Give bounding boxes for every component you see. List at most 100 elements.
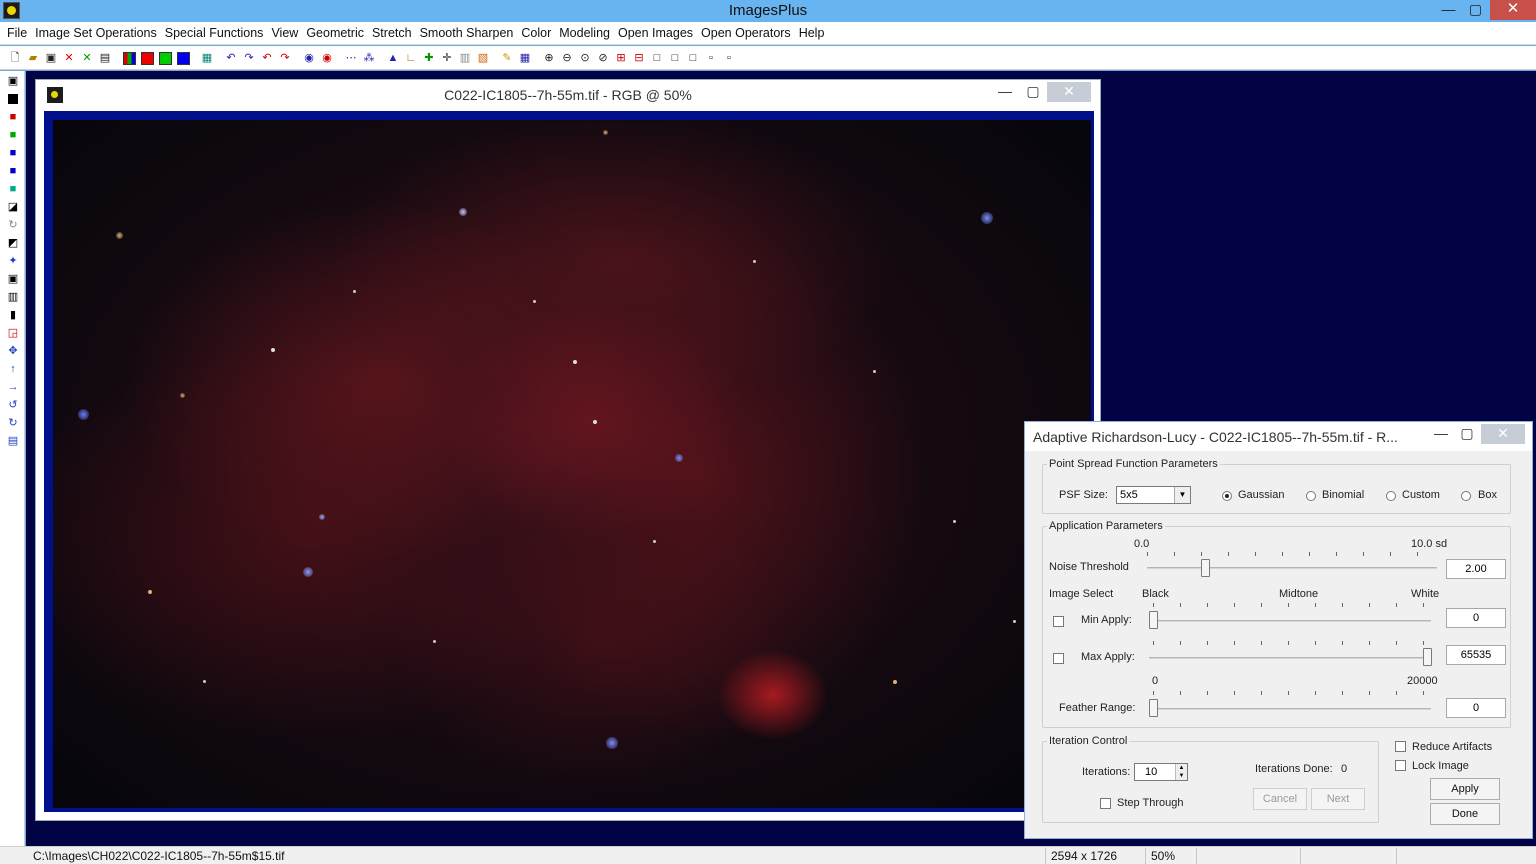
- menu-image-set-operations[interactable]: Image Set Operations: [31, 22, 161, 44]
- red-point-icon[interactable]: ■: [4, 108, 22, 125]
- frame-5-icon[interactable]: ▫: [720, 49, 738, 67]
- minimize-button[interactable]: —: [1434, 0, 1463, 20]
- rotate-left-icon[interactable]: ↺: [4, 396, 22, 413]
- menu-help[interactable]: Help: [795, 22, 829, 44]
- binomial-radio[interactable]: [1306, 491, 1316, 501]
- rgb-channels-icon[interactable]: [120, 49, 138, 67]
- blue-point-icon[interactable]: ■: [4, 144, 22, 161]
- table-icon[interactable]: ▥: [456, 49, 474, 67]
- menu-stretch[interactable]: Stretch: [368, 22, 416, 44]
- blue-channel-icon[interactable]: [174, 49, 192, 67]
- iterations-spinner[interactable]: 10 ▲ ▼: [1134, 763, 1188, 781]
- redo-icon[interactable]: ↷: [240, 49, 258, 67]
- zoom-in-icon[interactable]: ⊕: [540, 49, 558, 67]
- menu-open-images[interactable]: Open Images: [614, 22, 697, 44]
- box-radio[interactable]: [1461, 491, 1471, 501]
- min-apply-checkbox[interactable]: [1053, 616, 1064, 627]
- spin-arrows-icon[interactable]: ▲ ▼: [1175, 764, 1187, 780]
- menu-open-operators[interactable]: Open Operators: [697, 22, 795, 44]
- max-apply-track[interactable]: [1149, 657, 1431, 659]
- zoom-minus-box-icon[interactable]: ⊟: [630, 49, 648, 67]
- pencil-icon[interactable]: ✎: [498, 49, 516, 67]
- zoom-plus-box-icon[interactable]: ⊞: [612, 49, 630, 67]
- grid-icon[interactable]: ▦: [198, 49, 216, 67]
- rotate-right-icon[interactable]: ↻: [4, 414, 22, 431]
- red-channel-icon[interactable]: [138, 49, 156, 67]
- chevron-down-icon[interactable]: ▼: [1174, 487, 1190, 503]
- frame-1-icon[interactable]: □: [648, 49, 666, 67]
- new-file-icon[interactable]: 🗋: [6, 49, 24, 67]
- arrow-up-icon[interactable]: ↑: [4, 360, 22, 377]
- mask-red-icon[interactable]: ◉: [318, 49, 336, 67]
- min-apply-track[interactable]: [1149, 620, 1431, 622]
- black-point-icon[interactable]: [4, 90, 22, 107]
- menu-geometric[interactable]: Geometric: [302, 22, 368, 44]
- menu-modeling[interactable]: Modeling: [555, 22, 614, 44]
- save-icon[interactable]: ▣: [42, 49, 60, 67]
- arrow-right-icon[interactable]: →: [4, 378, 22, 395]
- layer-green-icon[interactable]: ■: [4, 180, 22, 197]
- dialog-maximize-button[interactable]: ▢: [1453, 424, 1481, 444]
- redo-all-icon[interactable]: ↷: [276, 49, 294, 67]
- feather-range-track[interactable]: [1149, 708, 1431, 710]
- nebula-image[interactable]: [53, 120, 1091, 808]
- print-icon[interactable]: ▤: [96, 49, 114, 67]
- menu-smooth-sharpen[interactable]: Smooth Sharpen: [416, 22, 518, 44]
- gradient-icon[interactable]: ◩: [4, 234, 22, 251]
- close-image-icon[interactable]: ✕: [60, 49, 78, 67]
- levels-icon[interactable]: ▥: [4, 288, 22, 305]
- open-folder-icon[interactable]: ▰: [24, 49, 42, 67]
- image-info-icon[interactable]: ▧: [474, 49, 492, 67]
- frame-3-icon[interactable]: □: [684, 49, 702, 67]
- image-close-button[interactable]: ✕: [1047, 82, 1091, 102]
- max-apply-slider[interactable]: [1423, 648, 1432, 666]
- crosshair-green-icon[interactable]: ✚: [420, 49, 438, 67]
- min-apply-field[interactable]: 0: [1446, 608, 1506, 628]
- image-maximize-button[interactable]: ▢: [1019, 82, 1047, 102]
- undo-all-icon[interactable]: ↶: [258, 49, 276, 67]
- noise-threshold-track[interactable]: [1147, 567, 1437, 569]
- crosshair-icon[interactable]: ✛: [438, 49, 456, 67]
- select-box-icon[interactable]: ▣: [4, 270, 22, 287]
- step-through-checkbox[interactable]: [1100, 798, 1111, 809]
- custom-radio[interactable]: [1386, 491, 1396, 501]
- close-button[interactable]: ✕: [1490, 0, 1536, 20]
- menu-color[interactable]: Color: [517, 22, 555, 44]
- zoom-fit-icon[interactable]: ⊙: [576, 49, 594, 67]
- dialog-close-button[interactable]: ✕: [1481, 424, 1525, 444]
- star-icon[interactable]: ✦: [4, 252, 22, 269]
- dots-icon[interactable]: ⋯: [342, 49, 360, 67]
- undo-icon[interactable]: ↶: [222, 49, 240, 67]
- dialog-minimize-button[interactable]: —: [1427, 424, 1455, 444]
- plot-icon[interactable]: ⁂: [360, 49, 378, 67]
- gaussian-radio[interactable]: [1222, 491, 1232, 501]
- rotate-icon[interactable]: ↻: [4, 216, 22, 233]
- histogram-icon[interactable]: ▲: [384, 49, 402, 67]
- close-all-icon[interactable]: ✕: [78, 49, 96, 67]
- black-bar-icon[interactable]: ▮: [4, 306, 22, 323]
- green-channel-icon[interactable]: [156, 49, 174, 67]
- save-icon[interactable]: ▣: [4, 72, 22, 89]
- done-button[interactable]: Done: [1430, 803, 1500, 825]
- menu-view[interactable]: View: [267, 22, 302, 44]
- image-minimize-button[interactable]: —: [991, 82, 1019, 102]
- max-apply-field[interactable]: 65535: [1446, 645, 1506, 665]
- menu-special-functions[interactable]: Special Functions: [161, 22, 268, 44]
- zoom-out-icon[interactable]: ⊖: [558, 49, 576, 67]
- reduce-artifacts-checkbox[interactable]: [1395, 741, 1406, 752]
- maximize-button[interactable]: ▢: [1461, 0, 1490, 20]
- noise-threshold-slider[interactable]: [1201, 559, 1210, 577]
- green-point-icon[interactable]: ■: [4, 126, 22, 143]
- page-icon[interactable]: ▤: [4, 432, 22, 449]
- pixel-grid-icon[interactable]: ▦: [516, 49, 534, 67]
- menu-file[interactable]: File: [3, 22, 31, 44]
- layer-icon[interactable]: ■: [4, 162, 22, 179]
- noise-threshold-field[interactable]: 2.00: [1446, 559, 1506, 579]
- curve-icon[interactable]: ∟: [402, 49, 420, 67]
- white-point-icon[interactable]: ◪: [4, 198, 22, 215]
- feather-range-slider[interactable]: [1149, 699, 1158, 717]
- cancel-button[interactable]: Cancel: [1253, 788, 1307, 810]
- frame-4-icon[interactable]: ▫: [702, 49, 720, 67]
- feather-range-field[interactable]: 0: [1446, 698, 1506, 718]
- lock-image-checkbox[interactable]: [1395, 760, 1406, 771]
